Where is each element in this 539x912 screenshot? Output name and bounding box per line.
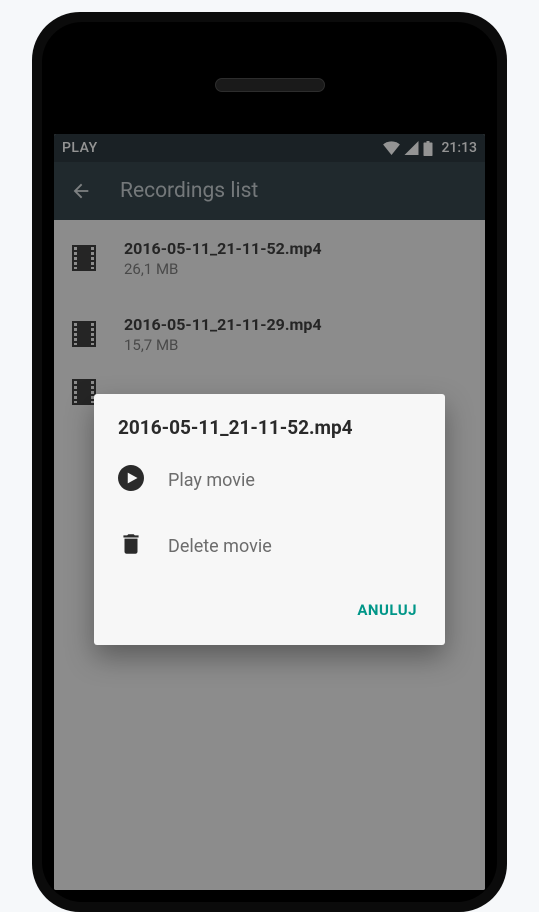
- phone-body: PLAY 21:13: [42, 22, 497, 902]
- cancel-button[interactable]: ANULUJ: [347, 593, 427, 627]
- phone-speaker: [215, 78, 325, 92]
- play-movie-option[interactable]: Play movie: [94, 447, 445, 513]
- dialog-title: 2016-05-11_21-11-52.mp4: [94, 416, 445, 447]
- delete-movie-option[interactable]: Delete movie: [94, 513, 445, 579]
- context-dialog: 2016-05-11_21-11-52.mp4 Play movie Delet…: [94, 394, 445, 645]
- play-icon: [118, 465, 144, 495]
- phone-frame: PLAY 21:13: [32, 12, 507, 912]
- trash-icon: [118, 531, 144, 561]
- delete-movie-label: Delete movie: [168, 536, 272, 557]
- play-movie-label: Play movie: [168, 470, 255, 491]
- screen: PLAY 21:13: [54, 134, 485, 890]
- dialog-actions: ANULUJ: [94, 579, 445, 637]
